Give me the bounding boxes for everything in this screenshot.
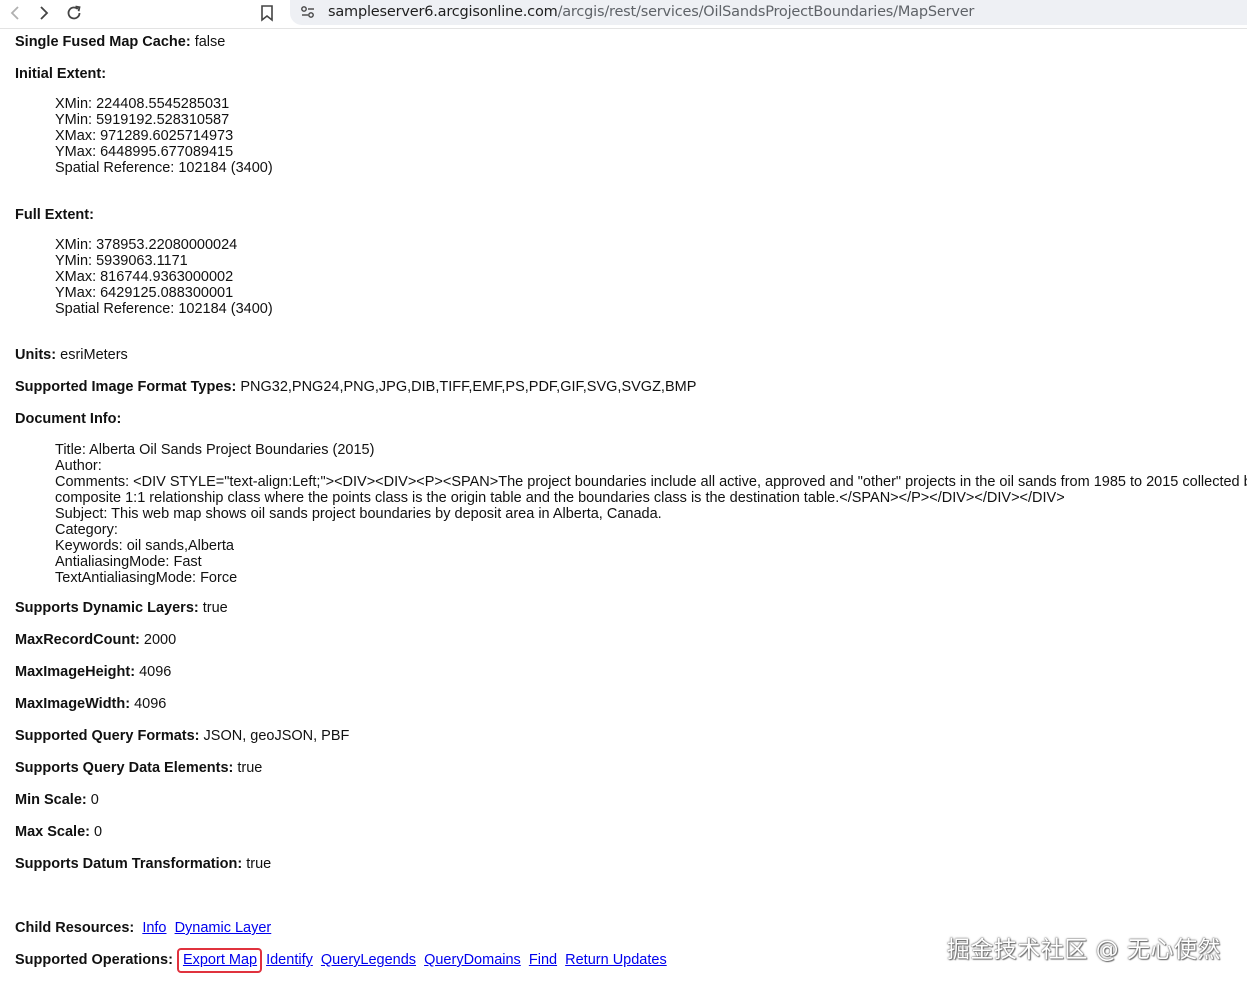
- info-link[interactable]: Info: [142, 920, 166, 936]
- address-bar[interactable]: sampleserver6.arcgisonline.com/arcgis/re…: [290, 0, 1247, 25]
- full-extent-label: Full Extent:: [15, 207, 94, 223]
- document-info-label: Document Info:: [15, 411, 122, 427]
- dynamic-layer-link[interactable]: Dynamic Layer: [175, 920, 272, 936]
- single-fused-map-cache-row: Single Fused Map Cache: false: [15, 34, 226, 50]
- query-legends-link[interactable]: QueryLegends: [321, 952, 416, 968]
- service-description: Single Fused Map Cache: false Initial Ex…: [15, 34, 1247, 973]
- initial-extent-block: XMin: 224408.5545285031 YMin: 5919192.52…: [55, 96, 273, 176]
- reload-button[interactable]: [63, 2, 85, 24]
- max-record-count-row: MaxRecordCount: 2000: [15, 632, 177, 648]
- units-row: Units: esriMeters: [15, 347, 128, 363]
- document-info-block: Title: Alberta Oil Sands Project Boundar…: [55, 442, 1247, 586]
- max-image-height-row: MaxImageHeight: 4096: [15, 664, 172, 680]
- chevron-left-icon: [10, 6, 19, 20]
- datum-transformation-row: Supports Datum Transformation: true: [15, 856, 272, 872]
- find-link[interactable]: Find: [529, 952, 557, 968]
- forward-button[interactable]: [33, 2, 55, 24]
- site-settings-icon[interactable]: [300, 5, 316, 23]
- max-image-width-row: MaxImageWidth: 4096: [15, 696, 167, 712]
- watermark: 掘金技术社区 @ 无心使然: [946, 937, 1221, 963]
- image-formats-row: Supported Image Format Types: PNG32,PNG2…: [15, 379, 697, 395]
- browser-toolbar: sampleserver6.arcgisonline.com/arcgis/re…: [0, 0, 1247, 29]
- min-scale-row: Min Scale: 0: [15, 792, 99, 808]
- export-map-link[interactable]: Export Map: [183, 952, 257, 968]
- url-text[interactable]: sampleserver6.arcgisonline.com/arcgis/re…: [328, 4, 974, 20]
- initial-extent-label: Initial Extent:: [15, 66, 107, 82]
- dynamic-layers-row: Supports Dynamic Layers: true: [15, 600, 228, 616]
- query-data-elements-row: Supports Query Data Elements: true: [15, 760, 263, 776]
- full-extent-block: XMin: 378953.22080000024 YMin: 5939063.1…: [55, 237, 273, 317]
- max-scale-row: Max Scale: 0: [15, 824, 103, 840]
- bookmark-icon: [261, 5, 273, 22]
- bookmark-button[interactable]: [256, 2, 278, 24]
- back-button[interactable]: [4, 2, 26, 24]
- identify-link[interactable]: Identify: [266, 952, 313, 968]
- query-formats-row: Supported Query Formats: JSON, geoJSON, …: [15, 728, 350, 744]
- reload-icon: [67, 5, 81, 20]
- chevron-right-icon: [40, 6, 49, 20]
- export-map-highlight: Export Map: [176, 948, 263, 973]
- return-updates-link[interactable]: Return Updates: [565, 952, 667, 968]
- query-domains-link[interactable]: QueryDomains: [424, 952, 521, 968]
